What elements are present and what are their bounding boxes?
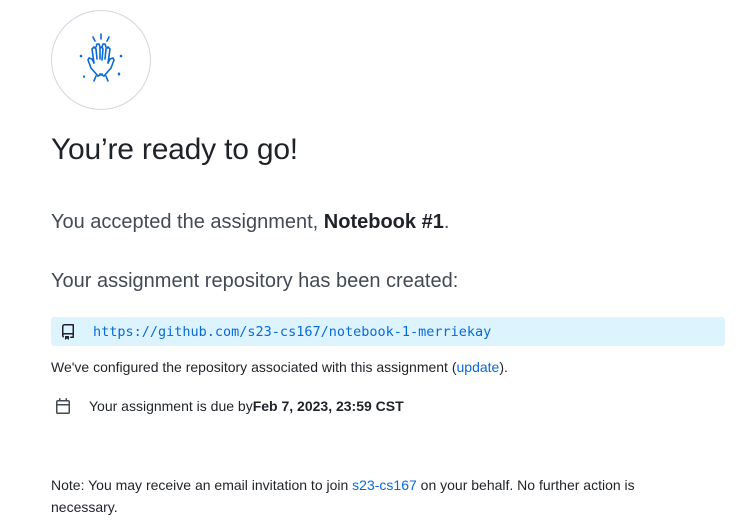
update-link[interactable]: update	[457, 359, 500, 375]
configured-message: We've configured the repository associat…	[51, 359, 508, 375]
repo-icon	[60, 323, 76, 340]
note-prefix: Note: You may receive an email invitatio…	[51, 477, 353, 493]
repo-link-box: https://github.com/s23-cs167/notebook-1-…	[51, 317, 725, 346]
calendar-icon	[55, 398, 71, 414]
repo-created-heading: Your assignment repository has been crea…	[51, 270, 459, 292]
accepted-suffix: .	[443, 211, 450, 233]
celebration-avatar	[51, 10, 151, 110]
due-prefix: Your assignment is due by	[89, 398, 253, 414]
due-datetime: Feb 7, 2023, 23:59 CST	[252, 398, 404, 414]
accepted-message: You accepted the assignment, Notebook #1…	[51, 211, 449, 234]
due-date-row: Your assignment is due by Feb 7, 2023, 2…	[55, 398, 404, 414]
assignment-name: Notebook #1	[323, 211, 444, 233]
configured-prefix: We've configured the repository associat…	[51, 359, 457, 375]
repo-url-link[interactable]: https://github.com/s23-cs167/notebook-1-…	[93, 324, 491, 340]
configured-suffix: ).	[499, 359, 508, 375]
org-link[interactable]: s23-cs167	[352, 477, 417, 493]
high-five-icon	[71, 28, 131, 93]
page-title: You’re ready to go!	[51, 133, 298, 166]
invitation-note: Note: You may receive an email invitatio…	[51, 474, 691, 518]
accepted-prefix: You accepted the assignment,	[51, 211, 324, 233]
